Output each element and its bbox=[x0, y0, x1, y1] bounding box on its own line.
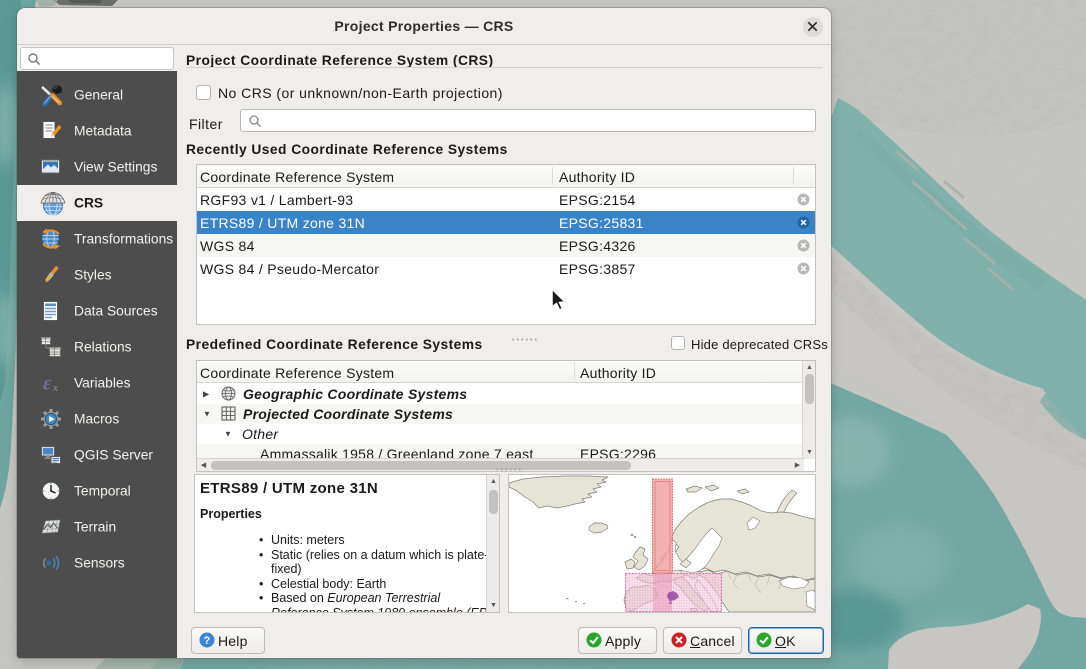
svg-text:ε: ε bbox=[43, 373, 52, 394]
svg-text:x: x bbox=[52, 382, 58, 393]
svg-text:?: ? bbox=[204, 635, 211, 647]
